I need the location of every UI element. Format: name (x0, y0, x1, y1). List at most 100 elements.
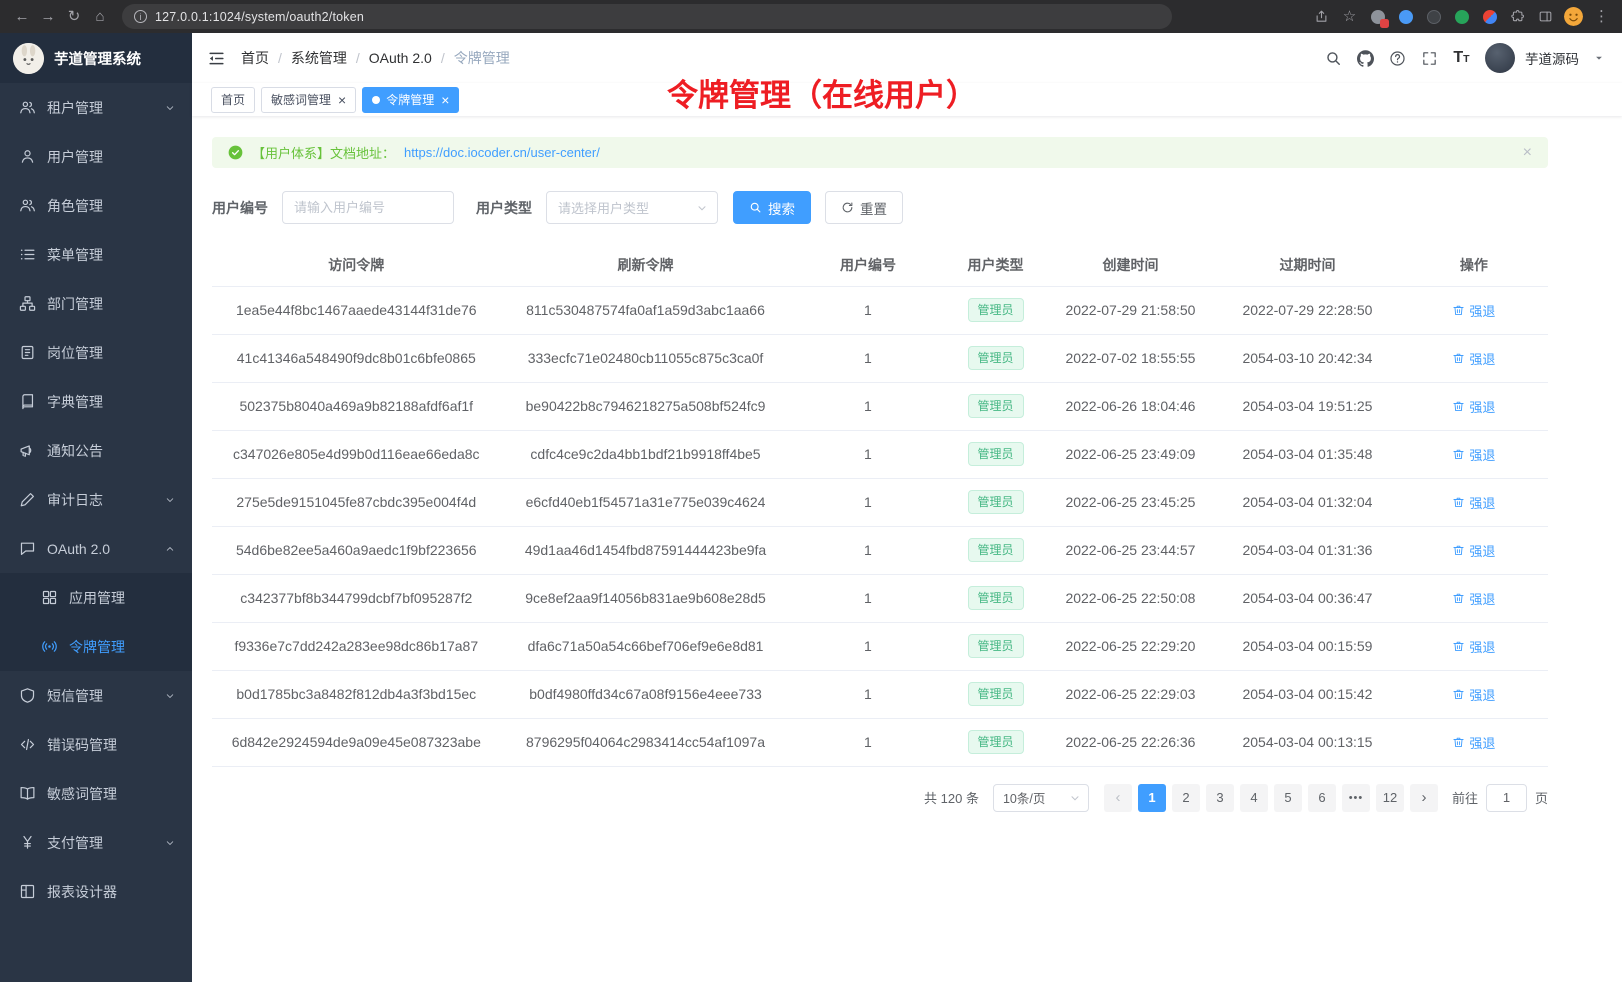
user-type-badge: 管理员 (968, 394, 1024, 418)
trash-icon (1452, 496, 1465, 509)
breadcrumb-item[interactable]: 首页 (241, 48, 269, 68)
page-button-5[interactable]: 5 (1274, 784, 1302, 812)
page-size-select[interactable]: 10条/页 (993, 784, 1089, 812)
reload-icon[interactable]: ↻ (62, 5, 86, 29)
share-icon[interactable] (1311, 5, 1332, 29)
user-type-cell: 管理员 (945, 574, 1045, 622)
doc-link[interactable]: https://doc.iocoder.cn/user-center/ (404, 145, 600, 160)
column-header: 访问令牌 (212, 245, 501, 286)
force-logout-button[interactable]: 强退 (1452, 685, 1495, 704)
app-logo[interactable]: 芋道管理系统 (0, 33, 192, 83)
sidebar-fold-icon[interactable] (207, 49, 226, 68)
extension-badged-icon[interactable] (1367, 5, 1388, 29)
search-icon[interactable] (1325, 50, 1342, 67)
user-type-badge: 管理员 (968, 538, 1024, 562)
goto-page-input[interactable] (1486, 784, 1527, 812)
force-logout-button[interactable]: 强退 (1452, 445, 1495, 464)
page-button-4[interactable]: 4 (1240, 784, 1268, 812)
close-icon[interactable]: × (441, 93, 449, 107)
address-bar[interactable]: i 127.0.0.1:1024/system/oauth2/token (122, 4, 1172, 29)
sidebar-item-user[interactable]: 用户管理 (0, 132, 192, 181)
github-icon[interactable] (1357, 50, 1374, 67)
page-info-icon[interactable]: i (134, 10, 147, 23)
breadcrumb-item[interactable]: OAuth 2.0 (369, 50, 432, 66)
user-type-select[interactable]: 请选择用户类型 (546, 191, 718, 224)
extension-dark-icon[interactable] (1423, 5, 1444, 29)
help-icon[interactable] (1389, 50, 1406, 67)
extension-colorful-icon[interactable] (1479, 5, 1500, 29)
page-button-2[interactable]: 2 (1172, 784, 1200, 812)
sidebar-item-dept[interactable]: 部门管理 (0, 279, 192, 328)
tab-home[interactable]: 首页 (211, 87, 255, 113)
sidebar-item-error-code[interactable]: 错误码管理 (0, 720, 192, 769)
sidebar-item-sms[interactable]: 短信管理 (0, 671, 192, 720)
side-panel-icon[interactable] (1535, 5, 1556, 29)
user-avatar[interactable] (1485, 43, 1515, 73)
force-logout-button[interactable]: 强退 (1452, 637, 1495, 656)
user-id-cell: 1 (790, 622, 945, 670)
sidebar-item-post[interactable]: 岗位管理 (0, 328, 192, 377)
force-logout-button[interactable]: 强退 (1452, 397, 1495, 416)
force-logout-button[interactable]: 强退 (1452, 541, 1495, 560)
extension-blue-icon[interactable] (1395, 5, 1416, 29)
pagination-more-button[interactable]: ••• (1342, 784, 1370, 812)
puzzle-icon[interactable] (1507, 5, 1528, 29)
page-button-1[interactable]: 1 (1138, 784, 1166, 812)
search-button[interactable]: 搜索 (733, 191, 811, 224)
sidebar-item-report-designer[interactable]: 报表设计器 (0, 867, 192, 916)
close-icon[interactable]: × (338, 93, 346, 107)
force-logout-button[interactable]: 强退 (1452, 493, 1495, 512)
reset-button[interactable]: 重置 (825, 191, 903, 224)
sidebar-item-audit-log[interactable]: 审计日志 (0, 475, 192, 524)
user-id-cell: 1 (790, 574, 945, 622)
chevron-down-icon[interactable] (1594, 53, 1604, 63)
font-size-icon[interactable]: TT (1453, 50, 1470, 67)
browser-nav-buttons: ←→↻⌂ (10, 5, 112, 29)
forward-icon[interactable]: → (36, 5, 60, 29)
oauth-icon (19, 540, 36, 557)
tab-token[interactable]: 令牌管理× (362, 87, 459, 113)
page-button-12[interactable]: 12 (1376, 784, 1404, 812)
sidebar-item-oauth2-application[interactable]: 应用管理 (0, 573, 192, 622)
back-icon[interactable]: ← (10, 5, 34, 29)
header-icon-group: TT (1325, 50, 1470, 67)
force-logout-button[interactable]: 强退 (1452, 301, 1495, 320)
next-page-button[interactable]: › (1410, 784, 1438, 812)
sidebar-item-pay[interactable]: 支付管理 (0, 818, 192, 867)
more-menu-icon[interactable]: ⋮ (1591, 5, 1612, 29)
sidebar-item-notice[interactable]: 通知公告 (0, 426, 192, 475)
extension-green-icon[interactable] (1451, 5, 1472, 29)
tab-sensitive-word[interactable]: 敏感词管理× (261, 87, 356, 113)
sidebar-item-oauth2[interactable]: OAuth 2.0 (0, 524, 192, 573)
sidebar-item-oauth2-token[interactable]: 令牌管理 (0, 622, 192, 671)
header-actions: TT 芋道源码 (1325, 43, 1604, 73)
sidebar-item-tenant[interactable]: 租户管理 (0, 83, 192, 132)
sidebar-item-dict[interactable]: 字典管理 (0, 377, 192, 426)
profile-avatar-icon[interactable] (1563, 5, 1584, 29)
username[interactable]: 芋道源码 (1525, 48, 1579, 68)
force-logout-button[interactable]: 强退 (1452, 349, 1495, 368)
page-button-6[interactable]: 6 (1308, 784, 1336, 812)
home-icon[interactable]: ⌂ (88, 5, 112, 29)
sidebar-item-sensitive-word[interactable]: 敏感词管理 (0, 769, 192, 818)
alert-text: 【用户体系】文档地址： (252, 143, 395, 162)
dict-icon (19, 393, 36, 410)
user-type-badge: 管理员 (968, 586, 1024, 610)
force-logout-button[interactable]: 强退 (1452, 733, 1495, 752)
page-button-3[interactable]: 3 (1206, 784, 1234, 812)
bookmark-star-icon[interactable]: ☆ (1339, 5, 1360, 29)
force-logout-button[interactable]: 强退 (1452, 589, 1495, 608)
prev-page-button[interactable]: ‹ (1104, 784, 1132, 812)
sidebar-item-role[interactable]: 角色管理 (0, 181, 192, 230)
select-placeholder: 请选择用户类型 (558, 198, 696, 217)
sidebar-item-menu[interactable]: 菜单管理 (0, 230, 192, 279)
close-icon[interactable]: × (1523, 144, 1532, 162)
breadcrumb-item[interactable]: 系统管理 (291, 48, 347, 68)
trash-icon (1452, 544, 1465, 557)
user-id-input[interactable] (282, 191, 454, 224)
breadcrumb-separator: / (278, 50, 282, 66)
actions-cell: 强退 (1400, 622, 1548, 670)
create-time-cell: 2022-06-25 23:44:57 (1046, 526, 1216, 574)
fullscreen-icon[interactable] (1421, 50, 1438, 67)
doc-alert: 【用户体系】文档地址： https://doc.iocoder.cn/user-… (212, 137, 1548, 168)
